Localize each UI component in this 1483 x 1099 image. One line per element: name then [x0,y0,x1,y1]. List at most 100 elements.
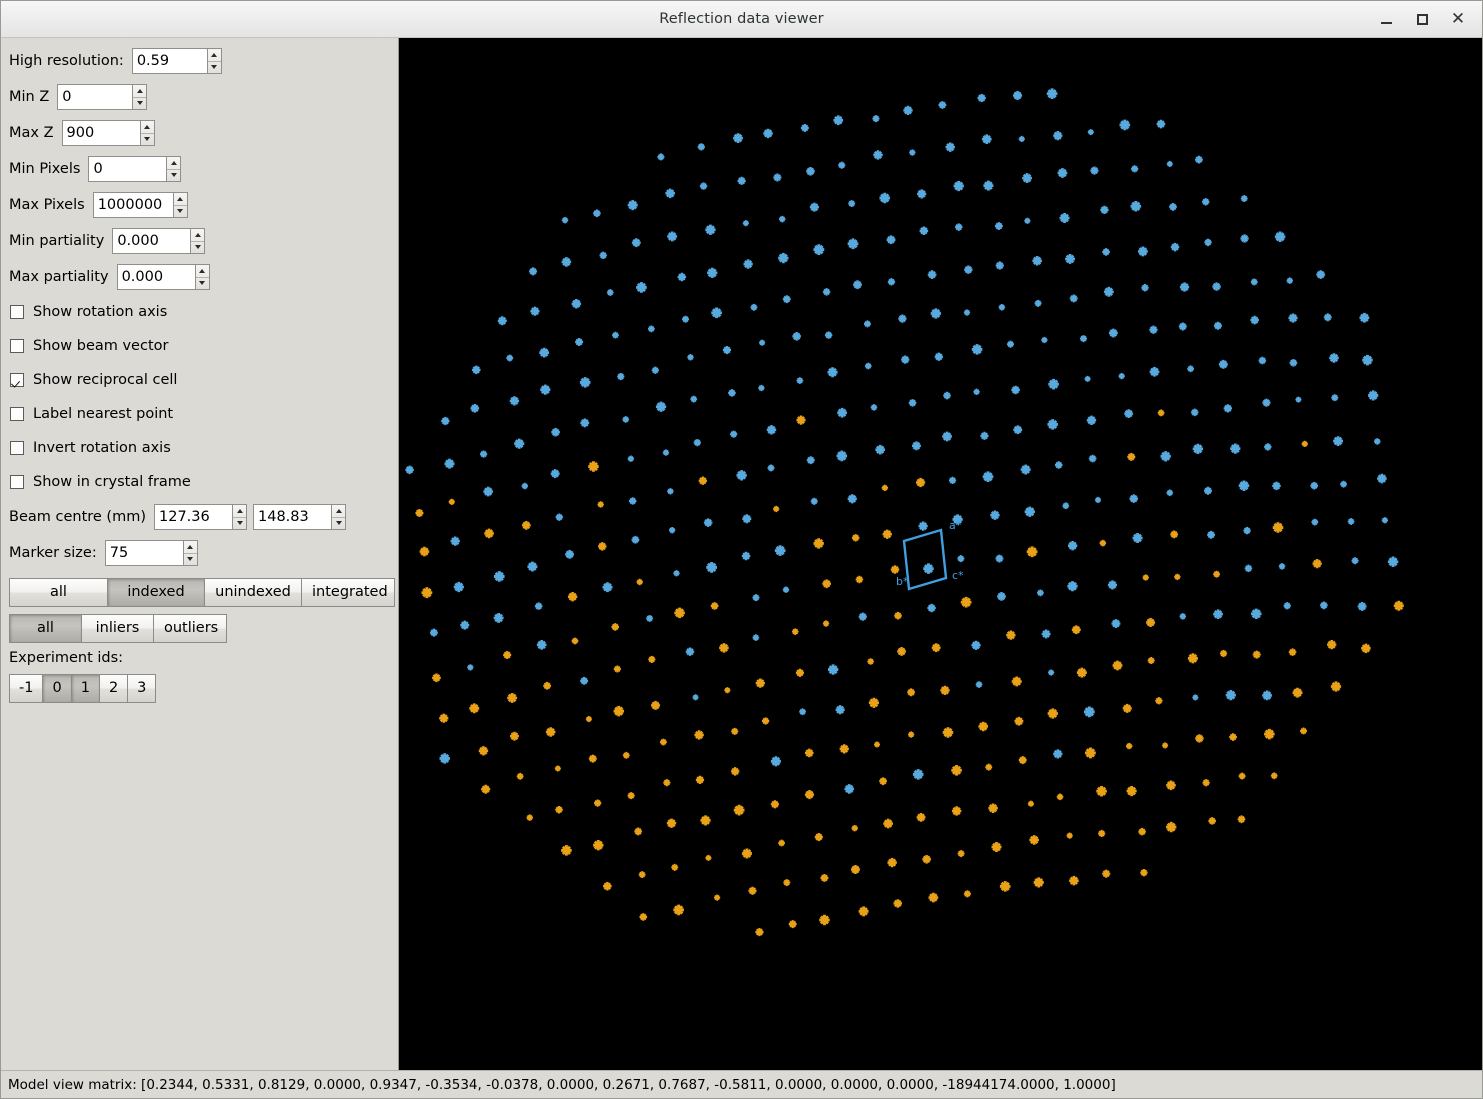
max-pixels-input[interactable] [92,192,173,218]
spinner-down-button[interactable] [167,170,180,182]
marker-size-input[interactable] [104,540,183,566]
beam-centre-x-input[interactable] [154,504,232,530]
reflection-marker [1084,375,1091,382]
min-partiality-spinner[interactable] [112,228,206,254]
spinner-down-button[interactable] [174,206,187,218]
spinner-buttons[interactable] [190,228,206,254]
checkbox-icon[interactable] [10,372,24,387]
reflection-marker [634,827,643,836]
experiment-id-button-0[interactable]: 0 [42,674,72,703]
spinner-buttons[interactable] [232,504,247,530]
spinner-buttons[interactable] [139,120,155,146]
outlier-button-outliers[interactable]: outliers [153,614,227,643]
reflection-marker [894,611,902,620]
spinner-down-button[interactable] [191,242,204,254]
reciprocal-lattice-viewport[interactable]: a* b* c* [399,38,1482,1070]
spinner-up-button[interactable] [332,505,345,518]
checkbox-icon[interactable] [10,338,24,353]
spinner-down-button[interactable] [133,98,146,110]
beam-centre-y-input[interactable] [253,504,331,530]
reflection-marker [534,602,543,610]
reflection-marker [847,494,857,504]
outlier-filter-bar: all inliers outliers [1,614,398,643]
reflection-marker [731,727,739,735]
spinner-buttons[interactable] [331,504,346,530]
spinner-buttons[interactable] [166,156,182,182]
checkbox-icon[interactable] [10,406,24,421]
spinner-up-button[interactable] [167,157,181,170]
reflection-marker [867,658,874,665]
spinner-up-button[interactable] [173,193,187,206]
reflection-marker [1156,119,1166,129]
maximize-button[interactable] [1404,4,1440,34]
checkbox-invert-rotation-axis[interactable]: Invert rotation axis [1,434,398,461]
filter-button-indexed[interactable]: indexed [107,578,205,607]
checkbox-label-nearest-point[interactable]: Label nearest point [1,400,398,427]
outlier-button-inliers[interactable]: inliers [81,614,154,643]
spinner-up-button[interactable] [195,265,209,278]
experiment-id-button--1[interactable]: -1 [9,674,44,703]
spinner-buttons[interactable] [206,48,222,74]
high-resolution-input[interactable] [131,48,207,74]
reflection-marker [916,812,926,822]
reflection-marker [882,529,892,539]
checkbox-show-beam-vector[interactable]: Show beam vector [1,332,398,359]
beam-centre-y-spinner[interactable] [253,504,346,530]
spinner-up-button[interactable] [183,541,197,554]
experiment-id-button-2[interactable]: 2 [98,674,129,703]
spinner-down-button[interactable] [208,62,221,74]
beam-centre-x-spinner[interactable] [154,504,247,530]
reflection-marker [1311,518,1319,526]
marker-size-spinner[interactable] [104,540,198,566]
filter-button-unindexed[interactable]: unindexed [204,578,302,607]
min-pixels-input[interactable] [88,156,167,182]
min-pixels-spinner[interactable] [88,156,182,182]
minimize-button[interactable] [1368,4,1404,34]
max-z-input[interactable] [61,120,140,146]
reflection-marker [1195,734,1204,743]
reflection-marker [743,259,753,269]
close-button[interactable]: ✕ [1440,4,1476,34]
checkbox-show-reciprocal-cell[interactable]: Show reciprocal cell [1,366,398,393]
spinner-buttons[interactable] [172,192,188,218]
reflection-marker [606,289,614,296]
spinner-buttons[interactable] [194,264,210,290]
reciprocal-cell-axis-label: b* [896,575,909,588]
max-z-spinner[interactable] [61,120,155,146]
min-z-input[interactable] [57,84,133,110]
max-partiality-input[interactable] [116,264,195,290]
high-resolution-spinner[interactable] [131,48,222,74]
spinner-down-button[interactable] [233,518,246,530]
checkbox-icon[interactable] [10,440,24,455]
spinner-down-button[interactable] [196,278,209,290]
spinner-buttons[interactable] [182,540,198,566]
spinner-up-button[interactable] [133,85,147,98]
filter-button-all[interactable]: all [9,578,108,607]
spinner-up-button[interactable] [140,121,154,134]
checkbox-show-rotation-axis[interactable]: Show rotation axis [1,298,398,325]
max-pixels-spinner[interactable] [92,192,188,218]
spinner-down-button[interactable] [141,134,154,146]
max-partiality-spinner[interactable] [116,264,210,290]
checkbox-show-in-crystal-frame[interactable]: Show in crystal frame [1,468,398,495]
reflection-marker [1289,358,1298,367]
reflection-marker [714,894,721,901]
spinner-up-button[interactable] [233,505,246,518]
experiment-id-button-3[interactable]: 3 [127,674,157,703]
outlier-button-all[interactable]: all [9,614,82,643]
min-partiality-input[interactable] [112,228,191,254]
reflection-marker [1057,168,1068,178]
filter-button-integrated[interactable]: integrated [301,578,395,607]
min-z-spinner[interactable] [57,84,148,110]
checkbox-icon[interactable] [10,474,24,489]
reflection-marker [1212,282,1221,291]
spinner-down-button[interactable] [184,554,197,566]
spinner-down-button[interactable] [332,518,345,530]
spinner-up-button[interactable] [191,229,205,242]
checkbox-icon[interactable] [10,304,24,319]
spinner-buttons[interactable] [132,84,148,110]
reciprocal-lattice-canvas[interactable]: a* b* c* [399,38,1482,1069]
reflection-marker [858,906,869,917]
experiment-id-button-1[interactable]: 1 [70,674,100,703]
spinner-up-button[interactable] [207,49,221,62]
